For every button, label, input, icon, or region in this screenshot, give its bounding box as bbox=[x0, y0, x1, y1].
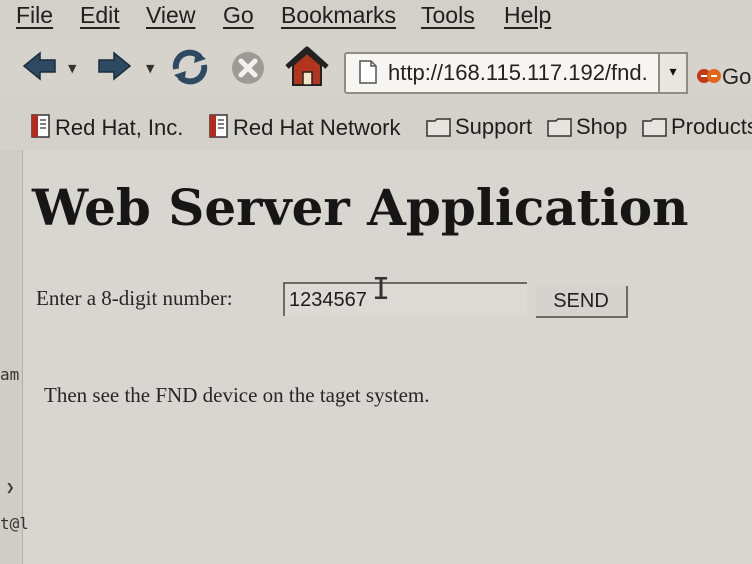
menu-view[interactable]: View bbox=[146, 2, 195, 29]
bookmark-label: Support bbox=[455, 114, 533, 139]
forward-history-dropdown-icon[interactable]: ▼ bbox=[146, 62, 154, 75]
folder-icon bbox=[642, 118, 667, 137]
send-button[interactable]: SEND bbox=[536, 286, 628, 318]
url-text[interactable]: http://168.115.117.192/fnd. bbox=[388, 60, 648, 86]
page-icon bbox=[358, 60, 378, 88]
menu-help[interactable]: Help bbox=[504, 2, 551, 29]
bookmark-label: Red Hat, Inc. bbox=[55, 115, 184, 140]
stop-icon[interactable] bbox=[230, 50, 266, 90]
back-history-dropdown-icon[interactable]: ▼ bbox=[68, 62, 76, 75]
reload-icon[interactable] bbox=[168, 47, 212, 91]
home-icon[interactable] bbox=[284, 46, 330, 92]
folder-icon bbox=[547, 118, 572, 137]
forward-arrow-icon[interactable] bbox=[96, 50, 132, 86]
folder-icon bbox=[426, 118, 451, 137]
bookmark-red-hat-inc[interactable]: Red Hat, Inc. bbox=[30, 114, 183, 141]
go-arrow-icon bbox=[697, 69, 721, 83]
menu-go[interactable]: Go bbox=[223, 2, 254, 29]
hint-text: Then see the FND device on the taget sys… bbox=[44, 383, 430, 407]
menu-file[interactable]: File bbox=[16, 2, 53, 29]
number-input[interactable] bbox=[283, 282, 527, 316]
menu-tools[interactable]: Tools bbox=[421, 2, 475, 29]
bookmark-folder-shop[interactable]: Shop bbox=[547, 114, 627, 140]
url-bar[interactable]: http://168.115.117.192/fnd. ▾ bbox=[344, 52, 688, 94]
bookmark-page-icon bbox=[209, 114, 228, 138]
chevron-down-icon: ❯ bbox=[6, 480, 15, 496]
menu-bar: File Edit View Go Bookmarks Tools Help bbox=[0, 0, 752, 41]
background-window-edge bbox=[0, 150, 23, 564]
page-title: Web Server Application bbox=[32, 178, 689, 237]
menu-bookmarks[interactable]: Bookmarks bbox=[281, 2, 396, 29]
url-dropdown-button[interactable]: ▾ bbox=[658, 52, 688, 94]
number-prompt-label: Enter a 8-digit number: bbox=[36, 286, 233, 310]
background-window-text: t@l bbox=[0, 514, 29, 533]
bookmark-page-icon bbox=[31, 114, 50, 138]
bookmark-folder-support[interactable]: Support bbox=[426, 114, 532, 140]
go-button[interactable]: Go bbox=[696, 64, 751, 90]
text-cursor-icon: I bbox=[372, 272, 391, 307]
go-label: Go bbox=[722, 64, 752, 89]
background-window-text: am bbox=[0, 365, 20, 384]
bookmark-folder-products[interactable]: Products bbox=[642, 114, 752, 140]
menu-edit[interactable]: Edit bbox=[80, 2, 120, 29]
bookmark-label: Shop bbox=[576, 114, 628, 139]
bookmarks-toolbar: Red Hat, Inc. Red Hat Network Support Sh… bbox=[0, 98, 752, 152]
bookmark-red-hat-network[interactable]: Red Hat Network bbox=[208, 114, 401, 141]
back-arrow-icon[interactable] bbox=[22, 50, 58, 86]
bookmark-label: Red Hat Network bbox=[233, 115, 401, 140]
bookmark-label: Products bbox=[671, 114, 752, 139]
